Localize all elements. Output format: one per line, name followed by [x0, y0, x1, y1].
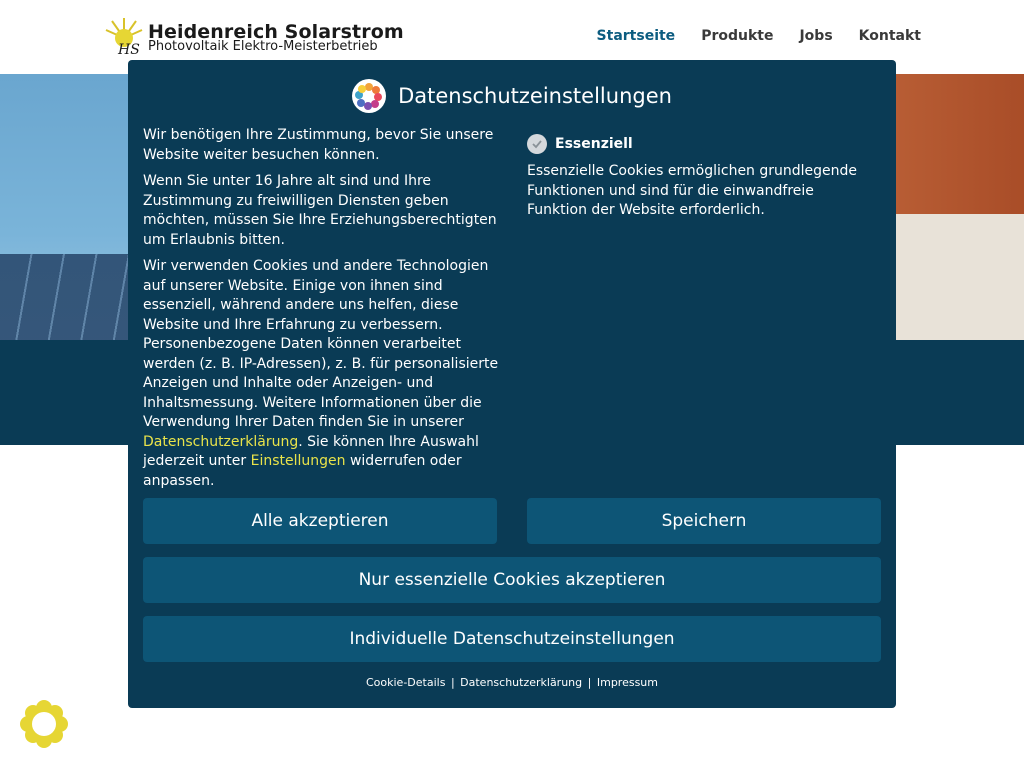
- brand-logo[interactable]: HS Heidenreich Solarstrom Photovoltaik E…: [104, 16, 404, 58]
- cookie-details-link[interactable]: Cookie-Details: [366, 676, 445, 689]
- imprint-link[interactable]: Impressum: [597, 676, 658, 689]
- nav-startseite[interactable]: Startseite: [597, 28, 676, 44]
- essential-label: Essenziell: [555, 136, 633, 152]
- svg-text:HS: HS: [117, 42, 140, 58]
- consent-cookie-info: Wir verwenden Cookies und andere Technol…: [143, 257, 503, 491]
- brand-subtitle: Photovoltaik Elektro-Meisterbetrieb: [148, 39, 378, 54]
- footer-privacy-link[interactable]: Datenschutzerklärung: [460, 676, 582, 689]
- save-button[interactable]: Speichern: [527, 498, 881, 544]
- consent-age-notice: Wenn Sie unter 16 Jahre alt sind und Ihr…: [143, 173, 497, 248]
- essential-checkbox[interactable]: [527, 134, 547, 154]
- consent-text: Wir benötigen Ihre Zustimmung, bevor Sie…: [143, 126, 503, 498]
- settings-link[interactable]: Einstellungen: [251, 453, 346, 469]
- house-wall-graphic: [894, 214, 1024, 340]
- consent-cookie-info-text: Wir verwenden Cookies und andere Technol…: [143, 258, 499, 430]
- individual-settings-button[interactable]: Individuelle Datenschutzeinstellungen: [143, 616, 881, 662]
- sun-logo-icon: HS: [105, 18, 143, 58]
- modal-header: Datenschutzeinstellungen: [128, 78, 896, 114]
- footer-separator: |: [450, 676, 455, 689]
- essential-category[interactable]: Essenziell: [527, 134, 877, 154]
- privacy-flower-icon: [352, 79, 387, 113]
- accept-all-button[interactable]: Alle akzeptieren: [143, 498, 497, 544]
- nav-jobs[interactable]: Jobs: [799, 28, 832, 44]
- modal-title: Datenschutzeinstellungen: [398, 84, 672, 108]
- cookie-categories: Essenziell Essenzielle Cookies ermöglich…: [527, 134, 877, 221]
- nav-produkte[interactable]: Produkte: [701, 28, 773, 44]
- privacy-modal: Datenschutzeinstellungen Wir benötigen I…: [128, 60, 896, 708]
- footer-separator: |: [587, 676, 592, 689]
- check-icon: [532, 140, 542, 149]
- consent-intro: Wir benötigen Ihre Zustimmung, bevor Sie…: [143, 127, 494, 163]
- privacy-policy-link[interactable]: Datenschutzerklärung: [143, 434, 298, 450]
- accept-essential-button[interactable]: Nur essenzielle Cookies akzeptieren: [143, 557, 881, 603]
- essential-description: Essenzielle Cookies ermöglichen grundleg…: [527, 163, 858, 218]
- modal-footer: Cookie-Details | Datenschutzerklärung | …: [128, 676, 896, 689]
- main-nav: Startseite Produkte Jobs Kontakt: [597, 28, 921, 44]
- nav-kontakt[interactable]: Kontakt: [859, 28, 921, 44]
- privacy-badge-icon[interactable]: [20, 700, 68, 748]
